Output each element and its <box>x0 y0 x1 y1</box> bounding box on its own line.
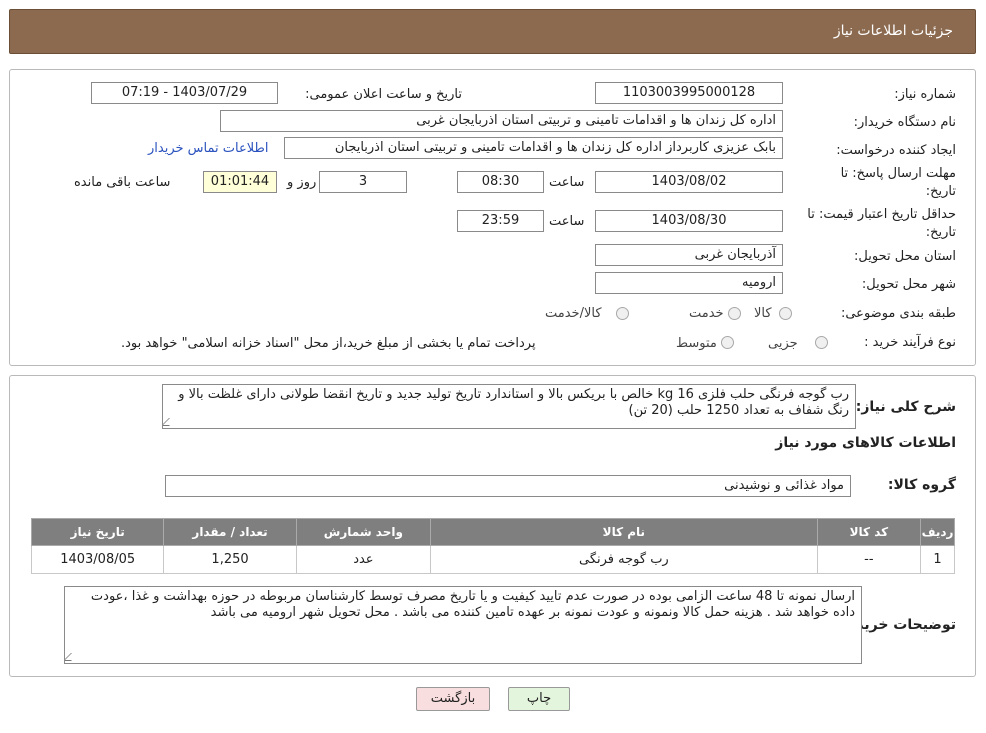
category-radio-goods[interactable] <box>779 307 792 320</box>
cell-date: 1403/08/05 <box>30 545 165 574</box>
table-row: 1 -- رب گوجه فرنگی عدد 1,250 1403/08/05 <box>30 545 955 574</box>
category-option-service: خدمت <box>689 306 724 321</box>
col-qty: تعداد / مقدار <box>163 518 297 546</box>
col-date: تاریخ نیاز <box>30 518 165 546</box>
goods-group-field: مواد غذائی و نوشیدنی <box>165 475 851 497</box>
category-option-goods: کالا <box>754 306 772 321</box>
page-title: جزئیات اطلاعات نیاز <box>833 23 953 39</box>
need-number-field: 1103003995000128 <box>595 82 783 104</box>
category-radio-goods-service[interactable] <box>616 307 629 320</box>
cell-unit: عدد <box>295 545 432 574</box>
validity-time-field: 23:59 <box>457 210 544 232</box>
announce-datetime-field: 1403/07/29 - 07:19 <box>91 82 278 104</box>
goods-table: ردیف کد کالا نام کالا واحد شمارش تعداد /… <box>30 518 955 574</box>
deadline-time-field: 08:30 <box>457 171 544 193</box>
col-row: ردیف <box>920 518 955 546</box>
summary-label: شرح کلی نیاز: <box>855 399 956 415</box>
resize-grip-icon[interactable] <box>65 653 79 661</box>
remaining-label: ساعت باقی مانده <box>74 175 171 190</box>
cell-code: -- <box>816 545 922 574</box>
process-option-minor: جزیی <box>768 336 798 351</box>
buyer-notes-text: ارسال نمونه تا 48 ساعت الزامی بوده در صو… <box>90 589 855 620</box>
announce-label: تاریخ و ساعت اعلان عمومی: <box>305 87 462 102</box>
days-label: روز و <box>287 175 317 190</box>
need-number-label: شماره نیاز: <box>894 87 956 102</box>
validity-date-field: 1403/08/30 <box>595 210 783 232</box>
province-label: استان محل تحویل: <box>854 249 956 264</box>
resize-grip-icon[interactable] <box>163 418 177 426</box>
days-field: 3 <box>319 171 407 193</box>
back-button[interactable]: بازگشت <box>416 687 490 711</box>
process-note: پرداخت تمام یا بخشی از مبلغ خرید،از محل … <box>121 336 536 351</box>
category-option-goods-service: کالا/خدمت <box>545 306 602 321</box>
process-radio-minor[interactable] <box>815 336 828 349</box>
buyer-notes-textarea[interactable]: ارسال نمونه تا 48 ساعت الزامی بوده در صو… <box>64 586 862 664</box>
col-unit: واحد شمارش <box>295 518 432 546</box>
process-label: نوع فرآیند خرید : <box>864 335 956 350</box>
deadline-time-label: ساعت <box>549 175 585 190</box>
category-radio-service[interactable] <box>728 307 741 320</box>
province-field: آذربایجان غربی <box>595 244 783 266</box>
col-code: کد کالا <box>816 518 922 546</box>
requester-label: ایجاد کننده درخواست: <box>836 143 956 158</box>
buyer-org-field: اداره کل زندان ها و اقدامات تامینی و ترب… <box>220 110 783 132</box>
deadline-date-field: 1403/08/02 <box>595 171 783 193</box>
validity-label: حداقل تاریخ اعتبار قیمت: تا تاریخ: <box>807 207 956 240</box>
process-radio-medium[interactable] <box>721 336 734 349</box>
cell-qty: 1,250 <box>163 545 297 574</box>
goods-section-title: اطلاعات کالاهای مورد نیاز <box>775 435 956 451</box>
category-label: طبقه بندی موضوعی: <box>840 306 956 321</box>
table-header-row: ردیف کد کالا نام کالا واحد شمارش تعداد /… <box>30 518 955 546</box>
summary-text: رب گوجه فرنگی حلب فلزی 16 kg خالص با بری… <box>178 387 849 418</box>
city-field: ارومیه <box>595 272 783 294</box>
remaining-time-field: 01:01:44 <box>203 171 277 193</box>
process-option-medium: متوسط <box>676 336 717 351</box>
requester-field: بابک عزیزی کاربرداز اداره کل زندان ها و … <box>284 137 783 159</box>
title-bar: جزئیات اطلاعات نیاز <box>9 9 976 54</box>
cell-name: رب گوجه فرنگی <box>430 545 818 574</box>
buyer-org-label: نام دستگاه خریدار: <box>853 115 956 130</box>
deadline-label: مهلت ارسال پاسخ: تا تاریخ: <box>840 166 956 199</box>
goods-group-label: گروه کالا: <box>887 477 956 493</box>
city-label: شهر محل تحویل: <box>861 277 956 292</box>
summary-textarea[interactable]: رب گوجه فرنگی حلب فلزی 16 kg خالص با بری… <box>162 384 856 429</box>
buyer-contact-link[interactable]: اطلاعات تماس خریدار <box>148 141 268 156</box>
cell-row: 1 <box>920 545 955 574</box>
col-name: نام کالا <box>430 518 818 546</box>
print-button[interactable]: چاپ <box>508 687 570 711</box>
validity-time-label: ساعت <box>549 214 585 229</box>
